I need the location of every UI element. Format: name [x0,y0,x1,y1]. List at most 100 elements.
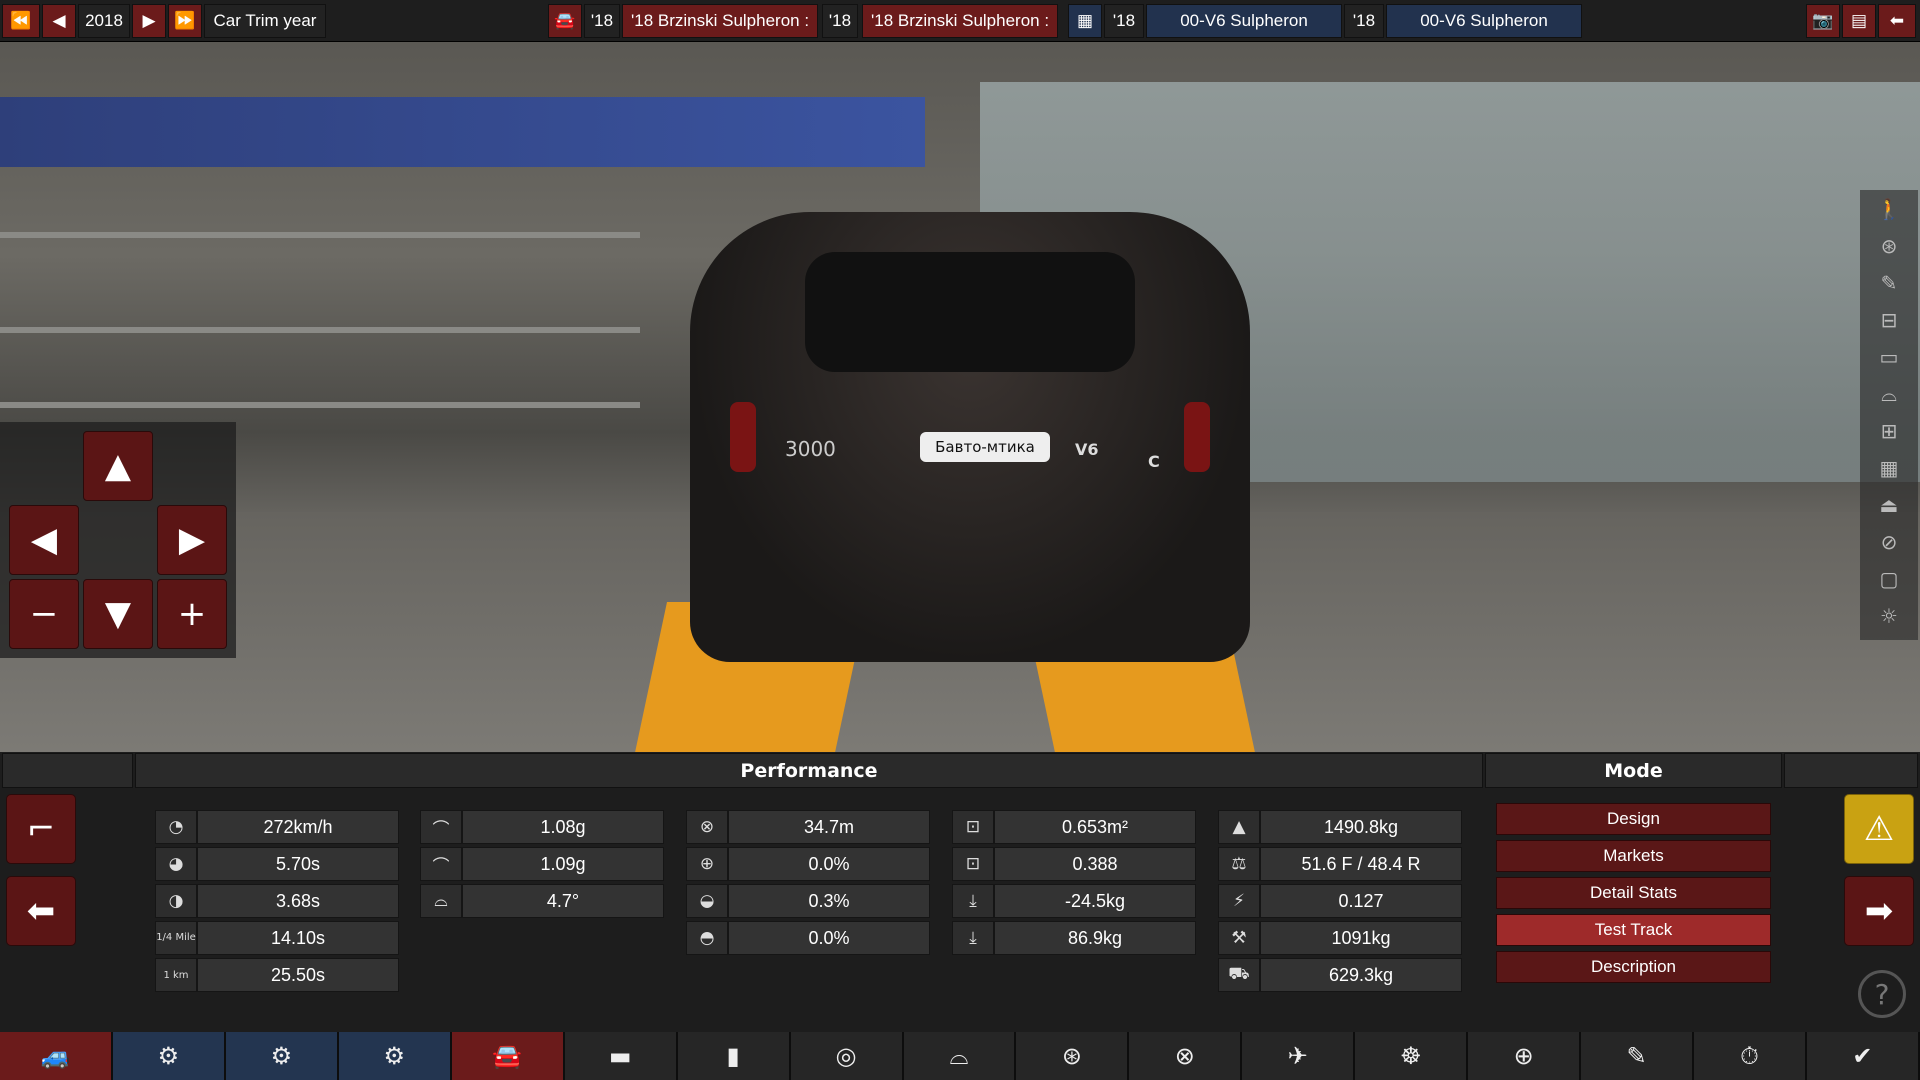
model-selector-2[interactable]: '18 Brzinski Sulpheron : [862,4,1058,38]
wheel-icon[interactable]: ⊛ [1860,227,1918,264]
mode-title: Mode [1485,753,1782,788]
brake-fade-icon: ⊕ [686,847,728,881]
person-icon[interactable]: 🚶 [1860,190,1918,227]
body-roll-icon: ⌓ [420,884,462,918]
stat-understeer: ◒ 0.3% [686,884,930,918]
mode-test-track-button[interactable]: Test Track [1496,914,1771,946]
garage-viewport[interactable]: 3000 Бавто-мтика V6 C [0,42,1920,752]
year-value: 2018 [78,4,130,38]
car-model-icon[interactable]: 🚘 [548,4,582,38]
engine-icon[interactable]: ▦ [1068,4,1102,38]
grid-view-icon[interactable]: ▦ [1860,449,1918,486]
nav-car-design-icon[interactable]: 🚘 [451,1032,565,1080]
tail-light-right [1184,402,1210,472]
shelf [0,232,640,238]
stat-0-60: ◑ 3.68s [155,884,399,918]
nav-engine-family-icon[interactable]: ⚙ [112,1032,226,1080]
grid-icon[interactable]: ▤ [1842,4,1876,38]
model-year-2: '18 [822,4,858,38]
curve-graph-icon[interactable]: ⌐ [6,794,76,864]
nav-car-icon[interactable]: 🚙 [0,1032,113,1080]
help-icon[interactable]: ? [1858,970,1906,1018]
year-label: Car Trim year [204,4,326,38]
nav-finish-icon[interactable]: ✔ [1807,1032,1920,1080]
camera-down-button[interactable]: ▼ [83,579,153,649]
nav-engine-parts-icon[interactable]: ⚙ [225,1032,339,1080]
model-selector-1[interactable]: '18 Brzinski Sulpheron : [622,4,818,38]
shelf [0,402,640,408]
stat-power-to-weight: ⚡ 0.127 [1218,884,1462,918]
nav-chassis-icon[interactable]: ▬ [564,1032,678,1080]
mode-description-button[interactable]: Description [1496,951,1771,983]
truck-icon: ⛟ [1218,958,1260,992]
camera-icon[interactable]: 📷 [1806,4,1840,38]
zoom-out-button[interactable]: − [9,579,79,649]
chassis-icon[interactable]: ⊟ [1860,301,1918,338]
stat-weight: ▲ 1490.8kg [1218,810,1462,844]
nav-wheels-icon[interactable]: ⊛ [1016,1032,1130,1080]
nav-interior-icon[interactable]: ☸ [1355,1032,1469,1080]
top-toolbar: ⏪ ◀ 2018 ▶ ⏩ Car Trim year 🚘 '18 '18 Brz… [0,0,1920,42]
quarter-mile-label: 1/4 Mile [155,921,197,955]
weight-icon: ▲ [1218,810,1260,844]
camera-left-button[interactable]: ◀ [9,505,79,575]
brake-disc-icon: ⊗ [686,810,728,844]
blank-header-right [1784,753,1918,788]
engine-year-2: '18 [1344,4,1384,38]
camera-up-button[interactable]: ▲ [83,431,153,501]
camera-right-button[interactable]: ▶ [157,505,227,575]
light-icon[interactable]: ☼ [1860,597,1918,634]
spray-icon[interactable]: ✎ [1860,264,1918,301]
panel-icon[interactable]: ▭ [1860,338,1918,375]
cornering-icon: ⌒ [420,810,462,844]
model-year-1: '18 [584,4,620,38]
nav-safety-icon[interactable]: ⊕ [1468,1032,1582,1080]
nav-test-track-icon[interactable]: ⏱ [1694,1032,1807,1080]
stat-rear-downforce: ⤓ 86.9kg [952,921,1196,955]
engine-selector-1[interactable]: 00-V6 Sulpheron [1146,4,1342,38]
lift-icon[interactable]: ⏏ [1860,486,1918,523]
stat-drag-coefficient: ⊡ 0.388 [952,847,1196,881]
nav-brakes-icon[interactable]: ⊗ [1129,1032,1243,1080]
prev-year-icon[interactable]: ◀ [42,4,76,38]
mode-detail-stats-button[interactable]: Detail Stats [1496,877,1771,909]
rear-window [805,252,1135,372]
stat-0-100: ◕ 5.70s [155,847,399,881]
nav-drivetrain-icon[interactable]: ▮ [677,1032,791,1080]
next-button[interactable]: ➡ [1844,876,1914,946]
stat-oversteer: ◓ 0.0% [686,921,930,955]
next-year-icon[interactable]: ▶ [132,4,166,38]
stat-body-roll: ⌓ 4.7° [420,884,664,918]
stat-lateral-g-2: ⌒ 1.09g [420,847,664,881]
mode-markets-button[interactable]: Markets [1496,840,1771,872]
nav-aero-icon[interactable]: ✈ [1242,1032,1356,1080]
trunk-badge-model: 3000 [785,437,836,461]
engine-selector-2[interactable]: 00-V6 Sulpheron [1386,4,1582,38]
stat-frontal-area: ⊡ 0.653m² [952,810,1196,844]
stat-weight-distribution: ⚖ 51.6 F / 48.4 R [1218,847,1462,881]
car-side-icon[interactable]: ⌓ [1860,375,1918,412]
back-button[interactable]: ⬅ [6,876,76,946]
nav-suspension-icon[interactable]: ◎ [790,1032,904,1080]
nav-engine-tune-icon[interactable]: ⚙ [338,1032,452,1080]
view-options-rail: 🚶 ⊛ ✎ ⊟ ▭ ⌓ ⊞ ▦ ⏏ ⊘ ▢ ☼ [1860,190,1918,640]
nav-paint-icon[interactable]: ✎ [1581,1032,1695,1080]
trunk-badge-c: C [1148,452,1160,471]
back-arrow-icon[interactable]: ⬅ [1878,4,1916,38]
wall-banner [0,97,925,167]
mode-design-button[interactable]: Design [1496,803,1771,835]
brake-icon[interactable]: ⊘ [1860,523,1918,560]
speedometer-icon: ◔ [155,810,197,844]
zoom-in-button[interactable]: + [157,579,227,649]
warning-icon[interactable]: ⚠ [1844,794,1914,864]
engine-bay-icon[interactable]: ⊞ [1860,412,1918,449]
km-label: 1 km [155,958,197,992]
fast-forward-icon[interactable]: ⏩ [168,4,202,38]
rewind-icon[interactable]: ⏪ [2,4,40,38]
nav-body-icon[interactable]: ⌓ [903,1032,1017,1080]
car-model: 3000 Бавто-мтика V6 C [690,212,1250,662]
stat-quarter-mile: 1/4 Mile 14.10s [155,921,399,955]
tools-icon: ⚒ [1218,921,1260,955]
stat-braking-distance: ⊗ 34.7m [686,810,930,844]
frame-icon[interactable]: ▢ [1860,560,1918,597]
